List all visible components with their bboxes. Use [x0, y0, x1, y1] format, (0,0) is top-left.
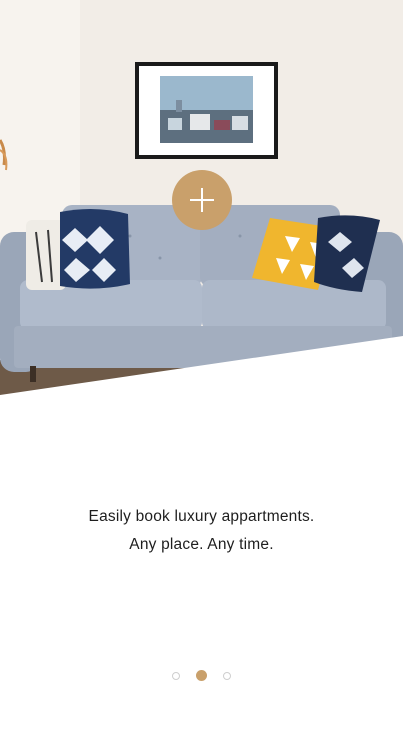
plus-icon: [190, 188, 214, 212]
page-dot-2[interactable]: [196, 670, 207, 681]
pagination-dots: [0, 670, 403, 681]
tagline-line-2: Any place. Any time.: [129, 536, 274, 553]
add-button[interactable]: [172, 170, 232, 230]
page-dot-3[interactable]: [223, 671, 231, 680]
tagline-line-1: Easily book luxury appartments.: [88, 508, 315, 525]
pillow-blue-left: [60, 208, 130, 289]
onboarding-screen: Easily book luxury appartments. Any plac…: [0, 0, 403, 736]
page-dot-1[interactable]: [172, 671, 180, 680]
wall-picture: [135, 62, 278, 159]
